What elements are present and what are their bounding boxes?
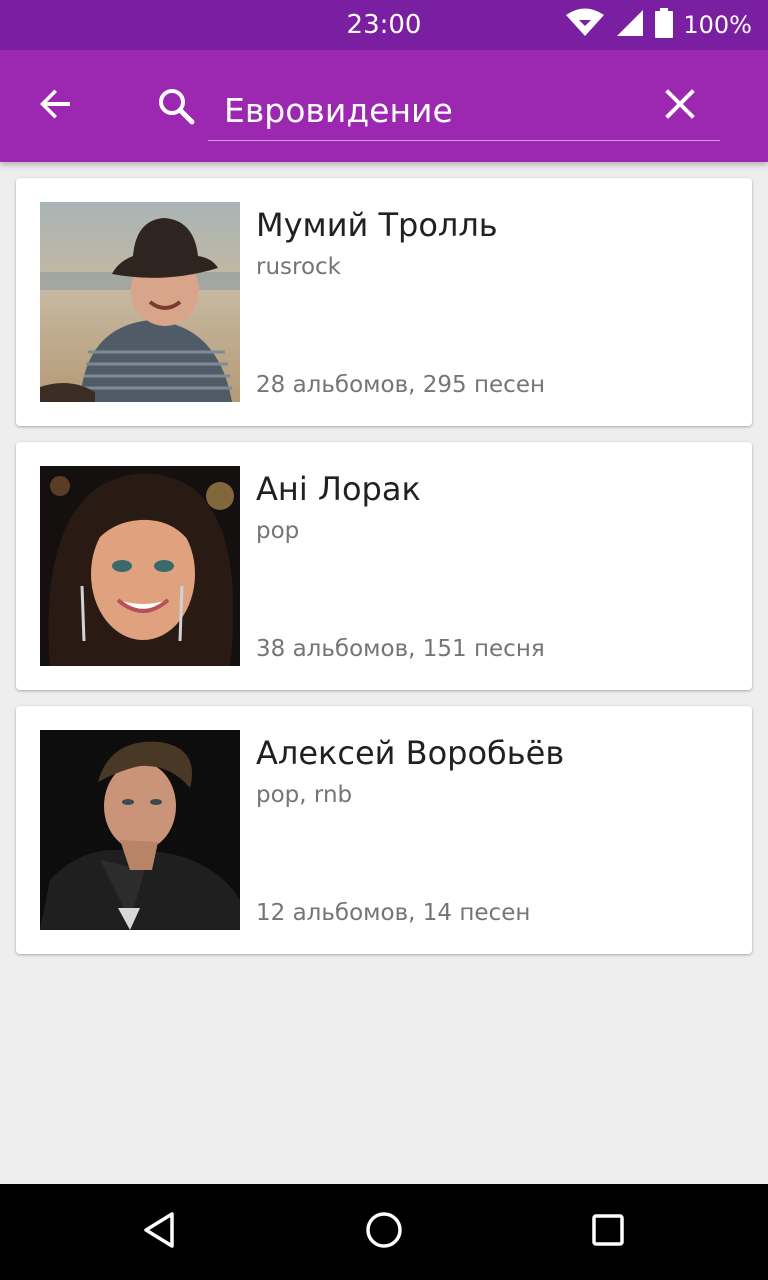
status-bar: 23:00 100% — [0, 0, 768, 50]
system-nav-bar — [0, 1184, 768, 1280]
back-triangle-icon — [140, 1210, 180, 1254]
artist-stats: 12 альбомов, 14 песен — [256, 900, 531, 926]
artist-genre: pop — [256, 518, 300, 544]
search-toolbar — [0, 50, 768, 162]
artist-photo — [40, 466, 240, 666]
nav-recents-button[interactable] — [580, 1204, 636, 1260]
artist-name: Алексей Воробьёв — [256, 734, 565, 772]
home-circle-icon — [364, 1210, 404, 1254]
battery-icon — [655, 8, 674, 42]
artist-stats: 28 альбомов, 295 песен — [256, 372, 546, 398]
artist-photo — [40, 202, 240, 402]
artist-name: Мумий Тролль — [256, 206, 498, 244]
artist-genre: pop, rnb — [256, 782, 353, 808]
search-underline — [208, 140, 720, 141]
nav-home-button[interactable] — [356, 1204, 412, 1260]
back-button[interactable] — [24, 78, 88, 134]
wifi-icon — [565, 8, 605, 42]
artist-name: Ані Лорак — [256, 470, 421, 508]
battery-percent: 100% — [683, 11, 752, 39]
results-list: Мумий Тролль rusrock 28 альбомов, 295 пе… — [16, 178, 752, 970]
artist-stats: 38 альбомов, 151 песня — [256, 636, 545, 662]
nav-back-button[interactable] — [132, 1204, 188, 1260]
back-arrow-icon — [38, 86, 74, 126]
signal-icon — [615, 8, 645, 42]
clear-search-button[interactable] — [652, 78, 708, 134]
search-icon — [150, 78, 202, 134]
artist-card[interactable]: Ані Лорак pop 38 альбомов, 151 песня — [16, 442, 752, 690]
close-icon — [665, 89, 695, 123]
artist-genre: rusrock — [256, 254, 342, 280]
search-input[interactable] — [208, 78, 648, 142]
artist-card[interactable]: Мумий Тролль rusrock 28 альбомов, 295 пе… — [16, 178, 752, 426]
artist-card[interactable]: Алексей Воробьёв pop, rnb 12 альбомов, 1… — [16, 706, 752, 954]
recents-square-icon — [588, 1210, 628, 1254]
artist-photo — [40, 730, 240, 930]
status-icons: 100% — [565, 0, 752, 50]
